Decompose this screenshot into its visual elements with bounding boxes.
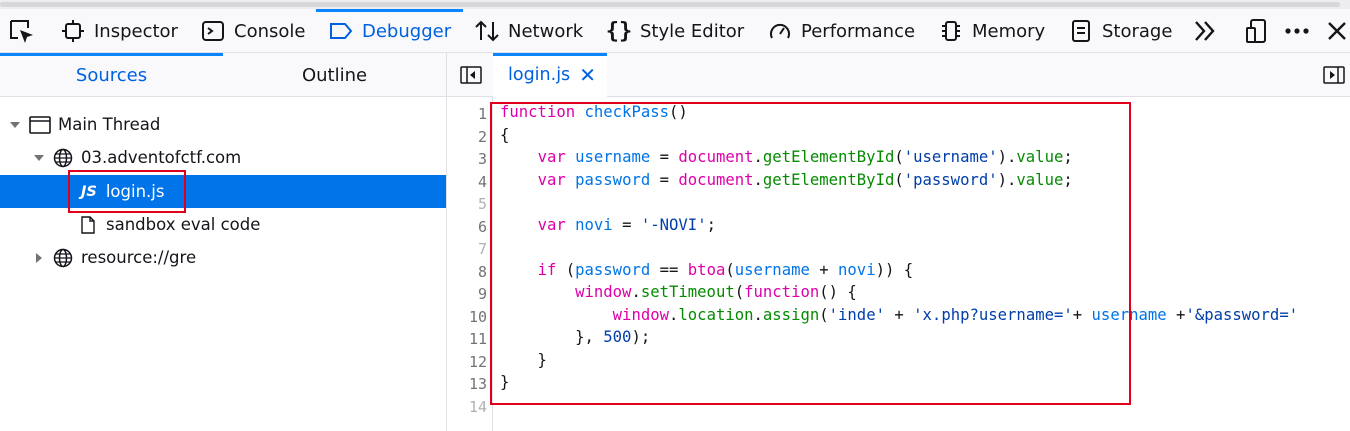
collapsed-triangle-icon[interactable]	[32, 251, 46, 265]
highlight-box	[490, 102, 1131, 405]
tab-performance[interactable]: Performance	[767, 9, 915, 53]
globe-icon	[53, 248, 73, 268]
line-number[interactable]: 1	[447, 105, 487, 123]
tab-network[interactable]: Network	[474, 9, 583, 53]
style-editor-icon: {}	[605, 18, 633, 44]
line-number[interactable]: 6	[447, 218, 487, 236]
line-number[interactable]: 13	[447, 375, 487, 393]
tree-item-label: sandbox eval code	[106, 215, 261, 234]
globe-icon	[53, 148, 73, 168]
tab-console[interactable]: Console	[200, 9, 305, 53]
line-number[interactable]: 4	[447, 173, 487, 191]
storage-icon	[1068, 18, 1094, 44]
tree-item-label: Main Thread	[58, 115, 161, 134]
debugger-icon	[328, 18, 354, 44]
editor-tabs: login.js ✕	[447, 53, 1350, 97]
line-number[interactable]: 14	[447, 398, 487, 416]
tab-label: Console	[234, 20, 306, 42]
close-tab-icon[interactable]: ✕	[579, 63, 596, 87]
memory-icon	[938, 18, 964, 44]
tab-label: Storage	[1102, 20, 1173, 42]
line-number[interactable]: 3	[447, 150, 487, 168]
tab-memory[interactable]: Memory	[938, 9, 1045, 53]
tab-label: Inspector	[94, 20, 178, 42]
console-icon	[200, 18, 226, 44]
tree-item-label: 03.adventofctf.com	[81, 148, 242, 167]
editor-pane: login.js ✕ 1 2 3 4 5 6 7 8 9 10 11 12 13 14 function …	[447, 53, 1350, 431]
tab-outline[interactable]: Outline	[223, 53, 446, 97]
tab-label: Performance	[801, 20, 916, 42]
tree-item-domain[interactable]: 03.adventofctf.com	[0, 141, 446, 174]
highlight-box	[68, 170, 186, 213]
window-icon	[29, 115, 51, 135]
expand-triangle-icon[interactable]	[8, 118, 22, 132]
line-number[interactable]: 7	[447, 240, 487, 258]
line-number[interactable]: 5	[447, 195, 487, 213]
sources-sidebar: Sources Outline Main Thread 03.adventofc…	[0, 53, 447, 431]
tab-style-editor[interactable]: {} Style Editor	[606, 9, 744, 53]
tab-storage[interactable]: Storage	[1068, 9, 1172, 53]
tab-label: Network	[508, 20, 584, 42]
code-token: '&password='	[1185, 305, 1299, 324]
tab-label: Memory	[972, 20, 1046, 42]
more-tools-chevron-icon[interactable]	[1193, 18, 1217, 44]
tree-item-sandbox-eval[interactable]: sandbox eval code	[0, 208, 446, 241]
tree-item-resource[interactable]: resource://gre	[0, 241, 446, 274]
network-icon	[474, 18, 500, 44]
horizontal-scrollbar[interactable]	[0, 0, 1350, 9]
overflow-menu-icon[interactable]	[1284, 18, 1310, 44]
toggle-secondary-pane-icon[interactable]	[1323, 66, 1345, 84]
tree-item-label: resource://gre	[81, 248, 197, 267]
line-number[interactable]: 11	[447, 330, 487, 348]
performance-icon	[767, 18, 793, 44]
element-picker-icon[interactable]	[8, 18, 36, 46]
tab-inspector[interactable]: Inspector	[60, 9, 178, 53]
devtools-toolbar: Inspector Console Debugger Network {} St…	[0, 0, 1350, 53]
line-number[interactable]: 10	[447, 308, 487, 326]
expand-triangle-icon[interactable]	[32, 151, 46, 165]
scrollbar-thumb[interactable]	[0, 2, 1340, 7]
tab-label: Style Editor	[640, 20, 745, 42]
file-icon	[81, 215, 97, 235]
responsive-design-icon[interactable]	[1245, 18, 1269, 44]
tab-label: Debugger	[362, 20, 452, 42]
code-token: +	[1166, 305, 1186, 324]
line-number[interactable]: 8	[447, 263, 487, 281]
source-tab-label: login.js	[508, 65, 571, 85]
line-number[interactable]: 9	[447, 285, 487, 303]
line-number-gutter[interactable]: 1 2 3 4 5 6 7 8 9 10 11 12 13 14	[447, 97, 493, 431]
close-icon[interactable]	[1326, 18, 1348, 44]
tree-item-main-thread[interactable]: Main Thread	[0, 108, 446, 141]
tab-debugger[interactable]: Debugger	[315, 9, 464, 53]
line-number[interactable]: 2	[447, 128, 487, 146]
tree-item-login-js[interactable]: JS login.js	[0, 175, 446, 208]
sidebar-tabs: Sources Outline	[0, 53, 446, 97]
inspector-icon	[60, 18, 86, 44]
toggle-sidebar-icon[interactable]	[460, 66, 482, 84]
line-number[interactable]: 12	[447, 353, 487, 371]
source-tab-login-js[interactable]: login.js ✕	[493, 53, 607, 97]
tab-sources[interactable]: Sources	[0, 53, 223, 97]
